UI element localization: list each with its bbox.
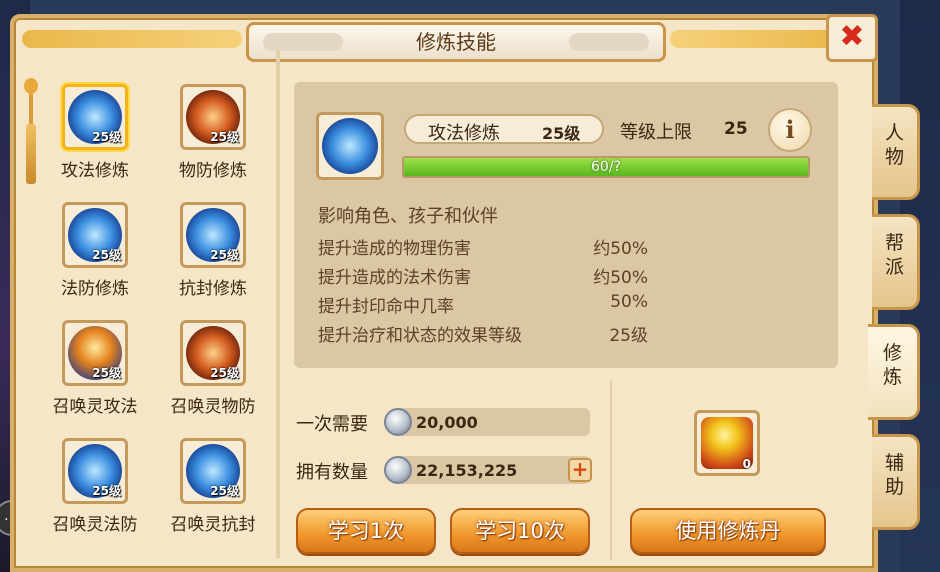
skill-orb-icon: 25级	[62, 84, 128, 150]
tab-guild[interactable]: 帮派	[872, 214, 920, 310]
cost-per-learn-value: 20,000	[416, 413, 478, 432]
skill-name-box: 攻法修炼 25级	[404, 114, 604, 144]
plus-icon: +	[571, 457, 589, 481]
cloud-decor-icon	[263, 33, 343, 51]
skill-orb-icon: 25级	[180, 438, 246, 504]
skill-name: 召唤灵抗封	[170, 515, 256, 535]
skill-item[interactable]: 25级 法防修炼	[40, 202, 150, 312]
skill-orb-icon: 25级	[62, 438, 128, 504]
skill-item[interactable]: 25级 召唤灵攻法	[40, 320, 150, 430]
skill-orb-icon: 25级	[62, 320, 128, 386]
level-cap-label: 等级上限	[620, 122, 692, 143]
section-divider	[610, 380, 612, 560]
skill-detail-panel: 攻法修炼 25级 等级上限 25 i 60/? 影响角色、孩子和伙伴 提升造成的…	[294, 82, 838, 368]
skill-name: 攻法修炼	[61, 161, 129, 181]
learn-ten-button[interactable]: 学习10次	[450, 508, 590, 554]
effect-row: 提升造成的法术伤害 约50%	[318, 268, 648, 288]
owned-amount-label: 拥有数量	[296, 462, 368, 483]
skill-name: 召唤灵攻法	[52, 397, 138, 417]
detail-skill-name: 攻法修炼	[428, 123, 500, 144]
cloud-ornament-left	[22, 30, 242, 48]
skill-orb-icon: 25级	[180, 202, 246, 268]
close-button[interactable]: ✖	[826, 14, 878, 62]
use-cultivation-pill-button[interactable]: 使用修炼丹	[630, 508, 826, 554]
learn-once-button[interactable]: 学习1次	[296, 508, 436, 554]
info-icon: i	[785, 115, 795, 144]
skill-orb-icon: 25级	[180, 84, 246, 150]
progress-text: 60/?	[591, 159, 621, 175]
skill-orb-icon: 25级	[62, 202, 128, 268]
title-banner: 修炼技能	[246, 22, 666, 62]
tab-character[interactable]: 人物	[872, 104, 920, 200]
silver-coin-icon	[384, 456, 412, 484]
skill-name: 法防修炼	[61, 279, 129, 299]
owned-amount-value: 22,153,225	[416, 461, 518, 480]
skill-orb-icon: 25级	[180, 320, 246, 386]
level-cap-value: 25	[724, 119, 748, 139]
skill-item[interactable]: 25级 召唤灵法防	[40, 438, 150, 548]
skill-item[interactable]: 25级 召唤灵抗封	[158, 438, 268, 548]
item-count: 0	[742, 457, 751, 471]
column-divider	[276, 50, 280, 558]
skill-item[interactable]: 25级 物防修炼	[158, 84, 268, 194]
tab-assist[interactable]: 辅助	[872, 434, 920, 530]
skill-list: 25级 攻法修炼 25级 物防修炼 25级 法防修炼 25级 抗封修炼 25级 …	[40, 78, 270, 558]
experience-progress-bar: 60/?	[402, 156, 810, 178]
cloud-ornament-right	[670, 30, 846, 48]
add-currency-button[interactable]: +	[568, 458, 592, 482]
skill-name: 召唤灵法防	[52, 515, 138, 535]
info-button[interactable]: i	[768, 108, 812, 152]
affects-text: 影响角色、孩子和伙伴	[318, 206, 498, 227]
skill-item[interactable]: 25级 抗封修炼	[158, 202, 268, 312]
skill-name: 物防修炼	[179, 161, 247, 181]
detail-skill-level: 25级	[542, 124, 581, 143]
skill-item[interactable]: 25级 召唤灵物防	[158, 320, 268, 430]
skill-name: 抗封修炼	[179, 279, 247, 299]
selected-skill-orb-icon	[316, 112, 384, 180]
skill-name: 召唤灵物防	[170, 397, 256, 417]
tab-cultivation[interactable]: 修炼	[868, 324, 920, 420]
cultivation-pill-slot[interactable]: 0	[694, 410, 760, 476]
effect-row: 提升造成的物理伤害 约50%	[318, 239, 648, 259]
cloud-decor-icon	[569, 33, 649, 51]
effect-row: 提升封印命中几率 50%	[318, 292, 648, 317]
cost-per-learn-label: 一次需要	[296, 414, 368, 435]
close-icon: ✖	[839, 19, 865, 54]
tassel-icon	[24, 78, 38, 198]
page-title: 修炼技能	[416, 30, 496, 54]
effect-row: 提升治疗和状态的效果等级 25级	[318, 326, 648, 346]
silver-coin-icon	[384, 408, 412, 436]
skill-item[interactable]: 25级 攻法修炼	[40, 84, 150, 194]
